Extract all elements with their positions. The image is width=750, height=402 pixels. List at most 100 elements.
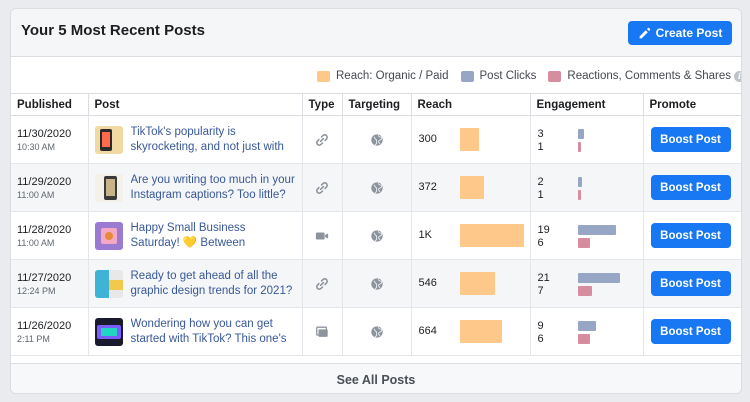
create-post-label: Create Post [655, 26, 723, 40]
engagement-cell: 3 1 [530, 115, 644, 164]
published-date: 11/30/2020 [17, 127, 72, 140]
reach-bar [459, 272, 495, 295]
carousel-icon [309, 325, 336, 339]
column-header-reach[interactable]: Reach [411, 93, 531, 116]
post-thumbnail[interactable] [94, 173, 123, 202]
post-thumbnail[interactable] [94, 317, 123, 346]
reactions-value: 6 [537, 237, 544, 249]
post-clicks-value: 3 [537, 128, 544, 140]
promote-cell: Boost Post [643, 163, 741, 212]
recent-posts-card: Your 5 Most Recent Posts Create Post Rea… [10, 8, 742, 394]
boost-post-button[interactable]: Boost Post [650, 223, 731, 248]
post-text-link[interactable]: Wondering how you can get started with T… [131, 317, 296, 347]
boost-post-button[interactable]: Boost Post [650, 175, 731, 200]
column-header-engagement[interactable]: Engagement [530, 93, 644, 116]
type-cell [302, 211, 343, 260]
column-header-type[interactable]: Type [302, 93, 343, 116]
reactions-bar [577, 142, 581, 152]
table-row: 11/28/2020 11:00 AM Happy Small Business… [11, 211, 741, 260]
legend-swatch-reactions [548, 70, 562, 82]
reach-value: 1K [418, 229, 432, 241]
legend-swatch-reach [317, 70, 330, 82]
post-clicks-value: 21 [537, 272, 550, 284]
published-time: 2:11 PM [17, 333, 50, 344]
published-date: 11/28/2020 [17, 223, 72, 236]
post-clicks-bar [577, 129, 584, 139]
info-icon[interactable]: i [734, 70, 741, 82]
link-icon [309, 133, 336, 147]
post-text-link[interactable]: Are you writing too much in your Instagr… [131, 173, 296, 203]
engagement-cell: 2 1 [530, 163, 644, 212]
reactions-bar [577, 190, 581, 200]
boost-post-button[interactable]: Boost Post [650, 127, 731, 152]
boost-post-button[interactable]: Boost Post [650, 319, 731, 344]
column-header-published[interactable]: Published [11, 93, 89, 116]
reach-cell: 372 [411, 163, 531, 212]
globe-icon [349, 277, 405, 291]
legend-item-reactions: Reactions, Comments & Shares i [548, 70, 741, 82]
type-cell [302, 259, 343, 308]
legend-label-clicks: Post Clicks [479, 70, 537, 82]
pencil-icon [639, 27, 650, 38]
post-cell[interactable]: Happy Small Business Saturday! 💛 Between… [88, 211, 303, 260]
reactions-bar [577, 238, 590, 248]
table-row: 11/29/2020 11:00 AM Are you writing too … [11, 163, 741, 212]
post-cell[interactable]: TikTok's popularity is skyrocketing, and… [88, 115, 303, 164]
create-post-button[interactable]: Create Post [628, 21, 732, 45]
promote-cell: Boost Post [643, 115, 741, 164]
post-clicks-value: 2 [537, 176, 544, 188]
promote-cell: Boost Post [643, 307, 741, 356]
published-cell: 11/30/2020 10:30 AM [11, 115, 89, 164]
reach-cell: 1K [411, 211, 531, 260]
reach-bar [459, 176, 484, 199]
post-thumbnail[interactable] [94, 221, 123, 250]
globe-icon [349, 325, 405, 339]
legend-label-reactions: Reactions, Comments & Shares [567, 70, 732, 82]
post-text-link[interactable]: Ready to get ahead of all the graphic de… [131, 269, 296, 299]
see-all-posts-link[interactable]: See All Posts [11, 363, 741, 393]
reach-bar [459, 320, 502, 343]
published-cell: 11/26/2020 2:11 PM [11, 307, 89, 356]
promote-cell: Boost Post [643, 211, 741, 260]
reactions-value: 6 [537, 333, 544, 345]
post-thumbnail[interactable] [94, 125, 123, 154]
published-cell: 11/29/2020 11:00 AM [11, 163, 89, 212]
reactions-value: 1 [537, 141, 544, 153]
column-header-targeting[interactable]: Targeting [342, 93, 412, 116]
boost-post-button[interactable]: Boost Post [650, 271, 731, 296]
post-text-link[interactable]: TikTok's popularity is skyrocketing, and… [131, 125, 296, 155]
reactions-bar [577, 286, 592, 296]
column-header-promote[interactable]: Promote [643, 93, 741, 116]
post-clicks-bar [577, 177, 582, 187]
targeting-cell [342, 163, 412, 212]
post-cell[interactable]: Wondering how you can get started with T… [88, 307, 303, 356]
legend-item-reach: Reach: Organic / Paid [317, 70, 449, 82]
targeting-cell [342, 211, 412, 260]
reach-value: 546 [418, 277, 437, 289]
post-clicks-value: 9 [537, 320, 544, 332]
post-cell[interactable]: Ready to get ahead of all the graphic de… [88, 259, 303, 308]
globe-icon [349, 229, 405, 243]
type-cell [302, 163, 343, 212]
card-title: Your 5 Most Recent Posts [21, 22, 205, 39]
table-header-row: Published Post Type Targeting Reach Enga… [11, 93, 741, 116]
published-time: 12:24 PM [17, 285, 56, 296]
published-time: 11:00 AM [17, 189, 55, 200]
reactions-value: 1 [537, 189, 544, 201]
published-cell: 11/28/2020 11:00 AM [11, 211, 89, 260]
reach-cell: 664 [411, 307, 531, 356]
posts-table: Published Post Type Targeting Reach Enga… [11, 93, 741, 356]
reactions-bar [577, 334, 590, 344]
published-cell: 11/27/2020 12:24 PM [11, 259, 89, 308]
published-time: 10:30 AM [17, 141, 56, 152]
column-header-post[interactable]: Post [88, 93, 303, 116]
post-thumbnail[interactable] [94, 269, 123, 298]
reach-cell: 546 [411, 259, 531, 308]
legend: Reach: Organic / Paid Post Clicks Reacti… [317, 69, 741, 83]
engagement-cell: 19 6 [530, 211, 644, 260]
targeting-cell [342, 259, 412, 308]
post-cell[interactable]: Are you writing too much in your Instagr… [88, 163, 303, 212]
reach-bar [459, 224, 524, 247]
table-row: 11/30/2020 10:30 AM TikTok's popularity … [11, 115, 741, 164]
post-text-link[interactable]: Happy Small Business Saturday! 💛 Between… [131, 221, 296, 251]
